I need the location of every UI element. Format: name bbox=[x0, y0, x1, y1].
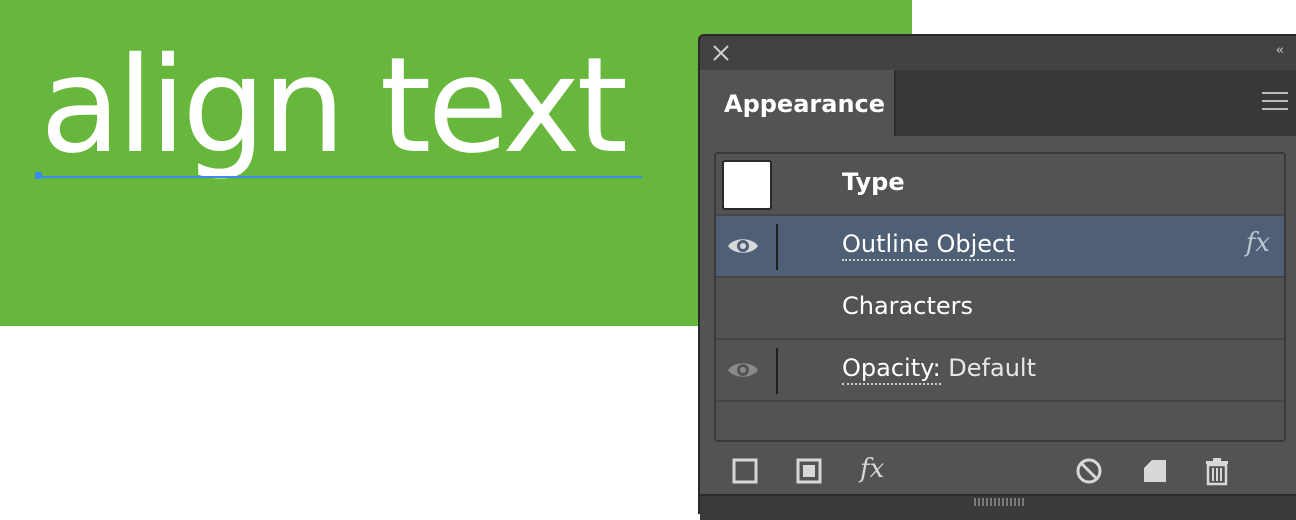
close-icon[interactable] bbox=[712, 44, 730, 62]
appearance-row-opacity[interactable]: Opacity: Default bbox=[716, 340, 1284, 402]
add-new-stroke-icon[interactable] bbox=[730, 456, 760, 486]
text-anchor-point[interactable] bbox=[35, 172, 42, 179]
row-type-label: Type bbox=[842, 168, 905, 196]
collapse-icon[interactable]: ‹‹ bbox=[1276, 43, 1285, 58]
panel-menu-icon[interactable] bbox=[1262, 92, 1288, 112]
add-effect-icon[interactable]: fx bbox=[860, 454, 884, 484]
clear-appearance-icon[interactable] bbox=[1074, 456, 1104, 486]
row-divider bbox=[776, 224, 778, 270]
delete-icon[interactable] bbox=[1202, 456, 1232, 486]
resize-grip[interactable] bbox=[974, 498, 1024, 506]
appearance-row-characters[interactable]: Characters bbox=[716, 278, 1284, 340]
row-outline-object-label[interactable]: Outline Object bbox=[842, 230, 1015, 261]
text-baseline bbox=[38, 176, 642, 178]
eye-icon[interactable] bbox=[726, 234, 760, 258]
type-swatch[interactable] bbox=[722, 160, 772, 210]
panel-toolbar: fx bbox=[700, 446, 1296, 494]
tab-appearance[interactable]: Appearance bbox=[700, 70, 896, 136]
outline-object-link[interactable]: Outline Object bbox=[842, 230, 1015, 261]
tab-appearance-label: Appearance bbox=[724, 90, 886, 118]
duplicate-item-icon[interactable] bbox=[1140, 456, 1170, 486]
panel-resize-strip bbox=[700, 494, 1296, 520]
eye-icon[interactable] bbox=[726, 358, 760, 382]
row-divider bbox=[776, 348, 778, 394]
appearance-list: Type Outline Object fx Characters Opacit… bbox=[714, 152, 1286, 442]
row-opacity-label: Opacity: Default bbox=[842, 354, 1036, 385]
canvas-text-object[interactable]: align text bbox=[40, 40, 628, 172]
opacity-link[interactable]: Opacity: bbox=[842, 354, 941, 385]
fx-icon[interactable]: fx bbox=[1246, 228, 1270, 258]
appearance-row-outline-object[interactable]: Outline Object fx bbox=[716, 216, 1284, 278]
appearance-row-type[interactable]: Type bbox=[716, 154, 1284, 216]
row-characters-label: Characters bbox=[842, 292, 973, 320]
panel-tabbar: Appearance bbox=[700, 70, 1296, 136]
panel-body: Type Outline Object fx Characters Opacit… bbox=[700, 136, 1296, 520]
add-new-fill-icon[interactable] bbox=[794, 456, 824, 486]
opacity-value: Default bbox=[948, 354, 1036, 382]
appearance-panel: ‹‹ Appearance Type Outline Object fx Cha… bbox=[698, 34, 1296, 520]
panel-titlebar: ‹‹ bbox=[700, 36, 1296, 70]
